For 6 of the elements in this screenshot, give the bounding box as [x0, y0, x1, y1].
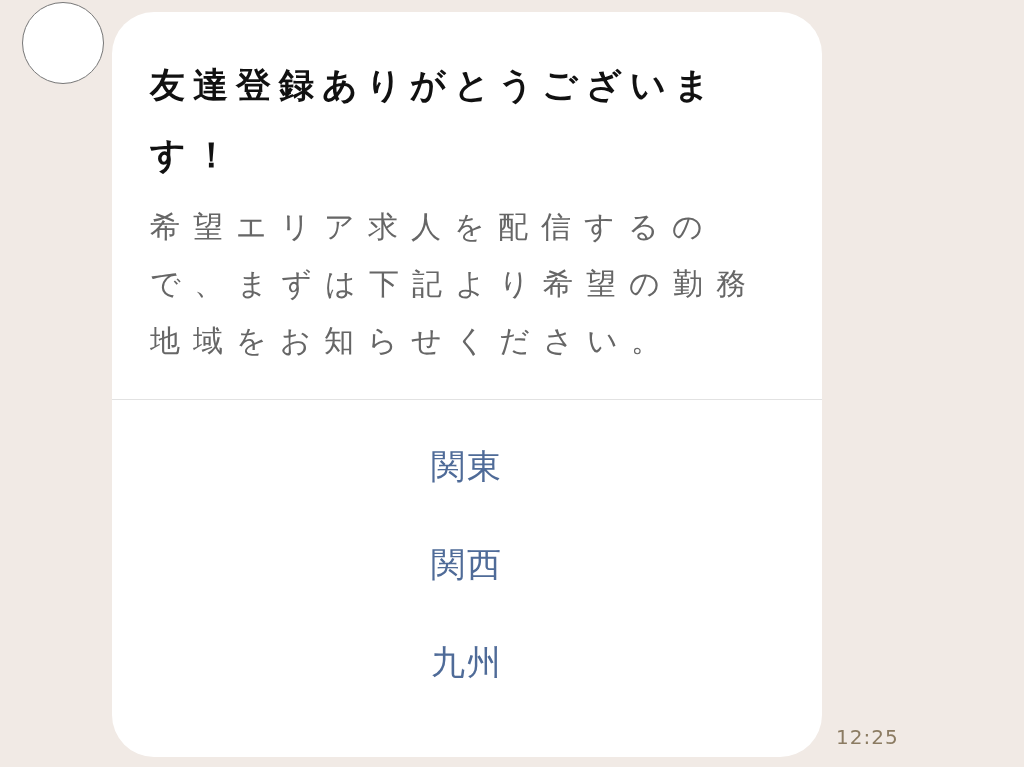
region-option[interactable]: 関西 — [431, 542, 503, 588]
message-title: 友達登録ありがとうございます！ — [150, 64, 719, 177]
region-option[interactable]: 関東 — [431, 444, 503, 490]
region-option[interactable]: 九州 — [431, 640, 503, 686]
message-text: 希望エリア求人を配信するので、まずは下記より希望の勤務地域をお知らせください。 — [150, 208, 760, 360]
timestamp: 12:25 — [836, 725, 899, 749]
